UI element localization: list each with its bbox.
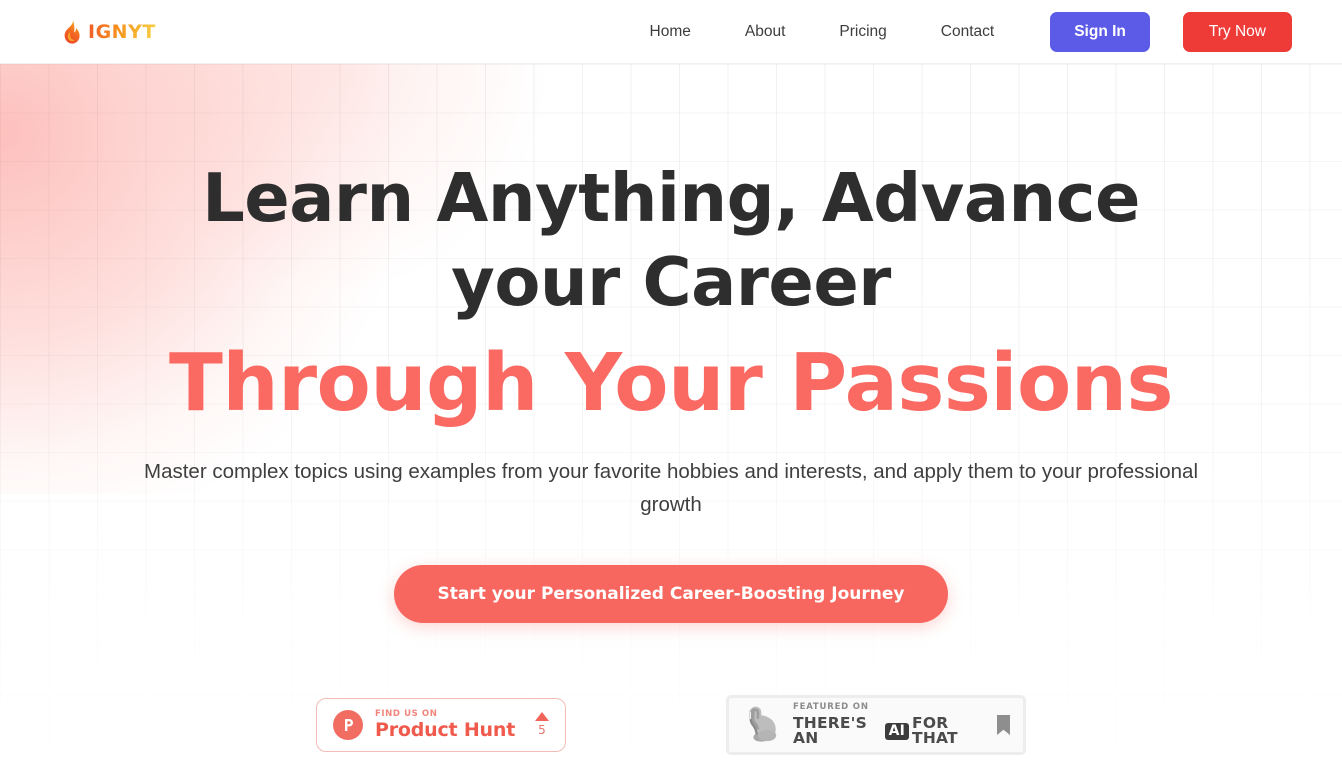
badge-row: FIND US ON Product Hunt 5 FEATURED ON TH… <box>0 694 1342 755</box>
try-now-button[interactable]: Try Now <box>1182 11 1292 52</box>
theres-an-ai-for-that-badge[interactable]: FEATURED ON THERE'S AN AI FOR THAT <box>726 694 1026 755</box>
taaft-text: FEATURED ON THERE'S AN AI FOR THAT <box>793 703 986 747</box>
hero-cta-button[interactable]: Start your Personalized Career-Boosting … <box>393 564 949 623</box>
hero-content: Learn Anything, Advance your Career Thro… <box>0 64 1342 768</box>
site-header: IGNYT Home About Pricing Contact Sign In… <box>0 0 1342 64</box>
flame-icon <box>62 19 81 44</box>
header-nav-area: Home About Pricing Contact Sign In Try N… <box>650 11 1292 52</box>
product-hunt-upvote[interactable]: 5 <box>531 712 549 737</box>
product-hunt-text: FIND US ON Product Hunt <box>375 710 519 741</box>
taaft-name: THERE'S AN AI FOR THAT <box>793 713 986 748</box>
taaft-name-part2: FOR THAT <box>912 713 958 748</box>
nav-item-contact[interactable]: Contact <box>941 23 994 41</box>
upvote-arrow-icon <box>535 712 549 722</box>
product-hunt-kicker: FIND US ON <box>375 708 438 719</box>
bookmark-icon <box>996 714 1011 736</box>
brand-logo[interactable]: IGNYT <box>62 19 156 44</box>
nav-item-about[interactable]: About <box>745 23 786 41</box>
flexed-bicep-icon <box>741 705 783 745</box>
main-navigation: Home About Pricing Contact <box>650 23 995 41</box>
hero-subtitle: Master complex topics using examples fro… <box>144 460 1198 516</box>
hero-section: Learn Anything, Advance your Career Thro… <box>0 64 1342 768</box>
header-actions: Sign In Try Now <box>1050 11 1292 52</box>
brand-name: IGNYT <box>88 20 156 43</box>
product-hunt-badge[interactable]: FIND US ON Product Hunt 5 <box>316 697 566 752</box>
nav-item-pricing[interactable]: Pricing <box>839 23 886 41</box>
hero-heading-accent: Through Your Passions <box>168 336 1174 429</box>
product-hunt-name: Product Hunt <box>375 719 516 742</box>
hero-heading: Learn Anything, Advance your Career Thro… <box>111 156 1231 426</box>
taaft-kicker: FEATURED ON <box>793 702 869 713</box>
taaft-ai-badge: AI <box>884 722 910 740</box>
taaft-name-part1: THERE'S AN <box>793 713 867 748</box>
product-hunt-upvote-count: 5 <box>538 723 546 738</box>
product-hunt-logo-icon <box>333 709 363 740</box>
sign-in-button[interactable]: Sign In <box>1050 11 1150 52</box>
nav-item-home[interactable]: Home <box>650 23 691 41</box>
hero-heading-line2: Career <box>642 243 891 322</box>
